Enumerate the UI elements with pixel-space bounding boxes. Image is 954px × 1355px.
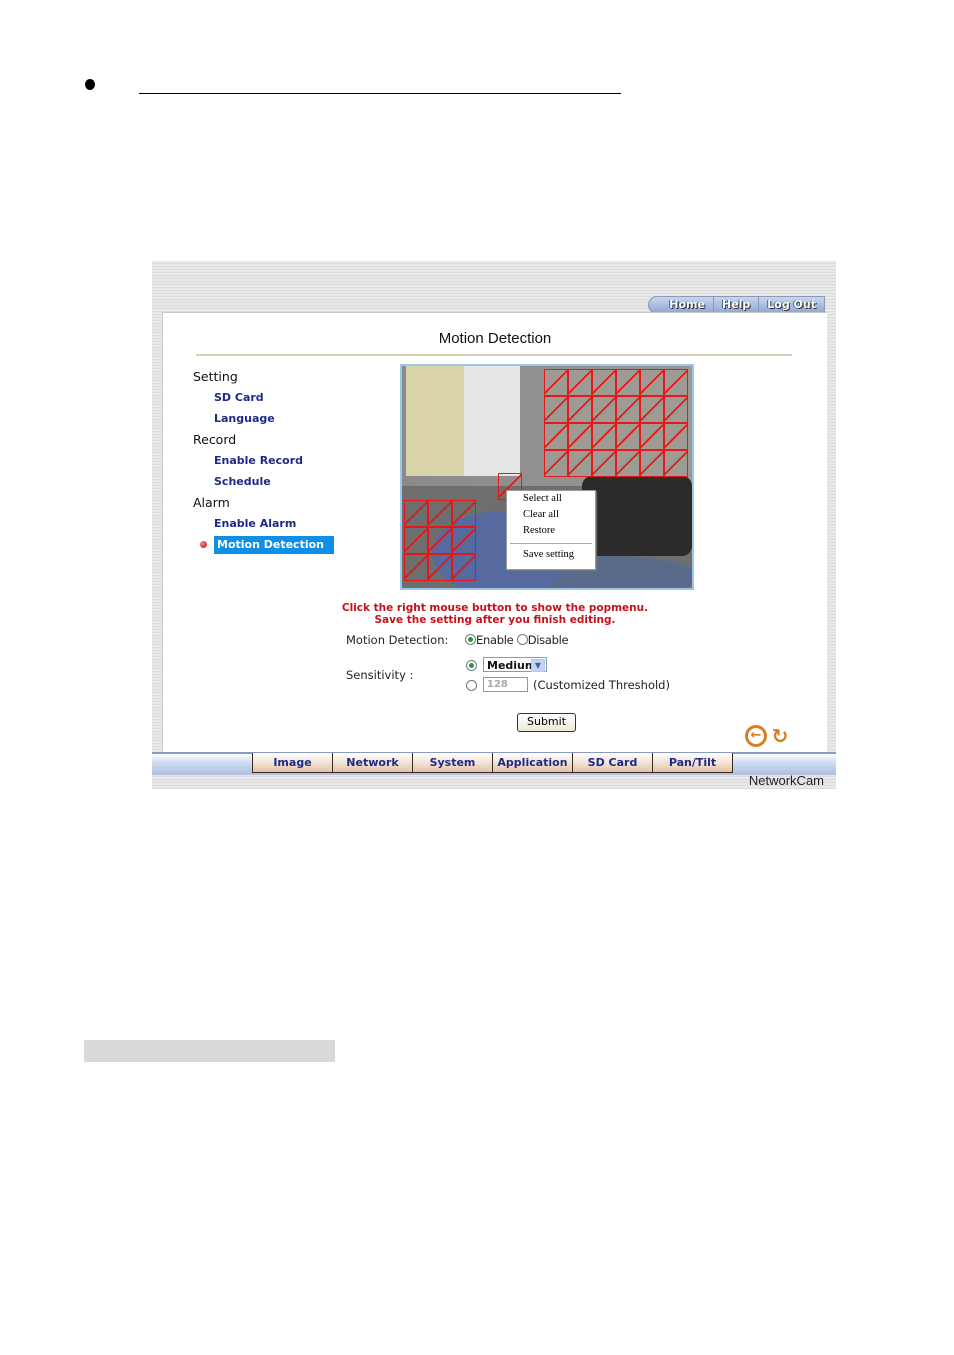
motion-grid-cell[interactable] (664, 396, 688, 423)
sidebar-item-enable-alarm[interactable]: Enable Alarm (193, 513, 334, 534)
chevron-down-icon[interactable]: ▼ (531, 659, 545, 672)
brand-label: NetworkCam (748, 773, 824, 788)
page-title: Motion Detection (438, 330, 552, 347)
motion-grid-cell[interactable] (664, 423, 688, 450)
enable-label: Enable (476, 633, 514, 647)
context-select-all[interactable]: Select all (507, 491, 595, 507)
tab-pan-tilt[interactable]: Pan/Tilt (652, 753, 733, 773)
sidebar-menu: Setting SD Card Language Record Enable R… (193, 366, 334, 555)
motion-grid-cell[interactable] (640, 423, 664, 450)
heading-underline (139, 93, 621, 94)
sensitivity-select[interactable]: Medium ▼ (483, 657, 547, 672)
motion-detection-label: Motion Detection: (346, 633, 449, 647)
sidebar-item-enable-record[interactable]: Enable Record (193, 450, 334, 471)
motion-grid-cell[interactable] (428, 500, 452, 527)
motion-grid-cell[interactable] (452, 527, 476, 554)
motion-grid-cell[interactable] (404, 527, 428, 554)
submit-button[interactable]: Submit (517, 713, 576, 732)
motion-grid-cell[interactable] (616, 396, 640, 423)
title-divider (196, 354, 792, 356)
motion-grid-cell[interactable] (544, 396, 568, 423)
bullet (85, 79, 95, 90)
sidebar-item-schedule[interactable]: Schedule (193, 471, 334, 492)
sensitivity-custom-radio[interactable] (466, 680, 477, 691)
content-panel: Motion Detection Setting SD Card Languag… (162, 312, 827, 753)
motion-grid-cell[interactable] (544, 450, 568, 477)
motion-grid-cell[interactable] (452, 554, 476, 581)
motion-grid-cell[interactable] (428, 554, 452, 581)
motion-grid-cell[interactable] (544, 369, 568, 396)
highlighted-text-block (84, 1040, 335, 1062)
motion-grid-cell[interactable] (404, 554, 428, 581)
motion-grid-cell[interactable] (428, 527, 452, 554)
disable-radio[interactable] (516, 634, 528, 645)
tab-network[interactable]: Network (332, 753, 413, 773)
sidebar-section-record: Record (193, 432, 237, 447)
top-nav: Home Help Log Out (648, 296, 825, 314)
enable-radio[interactable] (465, 634, 476, 645)
motion-grid-cell[interactable] (640, 396, 664, 423)
tab-system[interactable]: System (412, 753, 493, 773)
hint-save: Save the setting after you finish editin… (374, 614, 616, 626)
threshold-label: (Customized Threshold) (533, 678, 670, 692)
sidebar-item-motion-detection[interactable]: Motion Detection (193, 534, 334, 555)
tab-sd-card[interactable]: SD Card (572, 753, 653, 773)
refresh-icon[interactable]: ↻ (769, 725, 791, 747)
hint-popmenu: Click the right mouse button to show the… (341, 602, 649, 614)
camera-view[interactable]: Select all Clear all Restore Save settin… (400, 364, 694, 590)
sidebar-item-language[interactable]: Language (193, 408, 334, 429)
motion-grid-cell[interactable] (592, 450, 616, 477)
threshold-input[interactable]: 128 (483, 677, 528, 692)
motion-grid-cell[interactable] (568, 423, 592, 450)
motion-grid-cell[interactable] (452, 500, 476, 527)
disable-label: Disable (527, 633, 569, 647)
motion-grid-cell[interactable] (568, 450, 592, 477)
bottom-tabs: Image Network System Application SD Card… (252, 753, 733, 773)
tab-application[interactable]: Application (492, 753, 573, 773)
motion-grid-cell[interactable] (592, 396, 616, 423)
motion-grid-cell[interactable] (544, 423, 568, 450)
motion-grid-cell[interactable] (616, 423, 640, 450)
motion-grid-cell[interactable] (404, 500, 428, 527)
context-separator (510, 543, 592, 544)
sensitivity-label: Sensitivity : (346, 668, 414, 682)
sidebar-item-sd-card[interactable]: SD Card (193, 387, 334, 408)
motion-grid-cell[interactable] (664, 450, 688, 477)
back-arrow-icon[interactable]: ← (745, 725, 767, 747)
motion-grid-cell[interactable] (616, 369, 640, 396)
app-window: Home Help Log Out Motion Detection Setti… (152, 261, 836, 789)
context-save-setting[interactable]: Save setting (507, 547, 595, 563)
motion-grid-cell[interactable] (568, 369, 592, 396)
sensitivity-select-value: Medium (487, 659, 537, 672)
sensitivity-preset-radio[interactable] (466, 660, 477, 671)
sidebar-item-label: Motion Detection (214, 536, 334, 554)
motion-grid-cell[interactable] (568, 396, 592, 423)
motion-grid-cell[interactable] (616, 450, 640, 477)
active-bullet-icon (200, 541, 207, 548)
motion-grid-cell[interactable] (664, 369, 688, 396)
sidebar-section-setting: Setting (193, 369, 238, 384)
nav-icons: ← ↻ (745, 725, 791, 747)
motion-grid-cell[interactable] (592, 369, 616, 396)
motion-grid-cell[interactable] (640, 450, 664, 477)
context-restore[interactable]: Restore (507, 523, 595, 539)
motion-detection-options: Enable Disable (465, 633, 569, 647)
context-clear-all[interactable]: Clear all (507, 507, 595, 523)
tab-image[interactable]: Image (252, 753, 333, 773)
motion-grid-cell[interactable] (592, 423, 616, 450)
context-menu: Select all Clear all Restore Save settin… (506, 490, 596, 570)
motion-grid-cell[interactable] (640, 369, 664, 396)
sidebar-section-alarm: Alarm (193, 495, 230, 510)
